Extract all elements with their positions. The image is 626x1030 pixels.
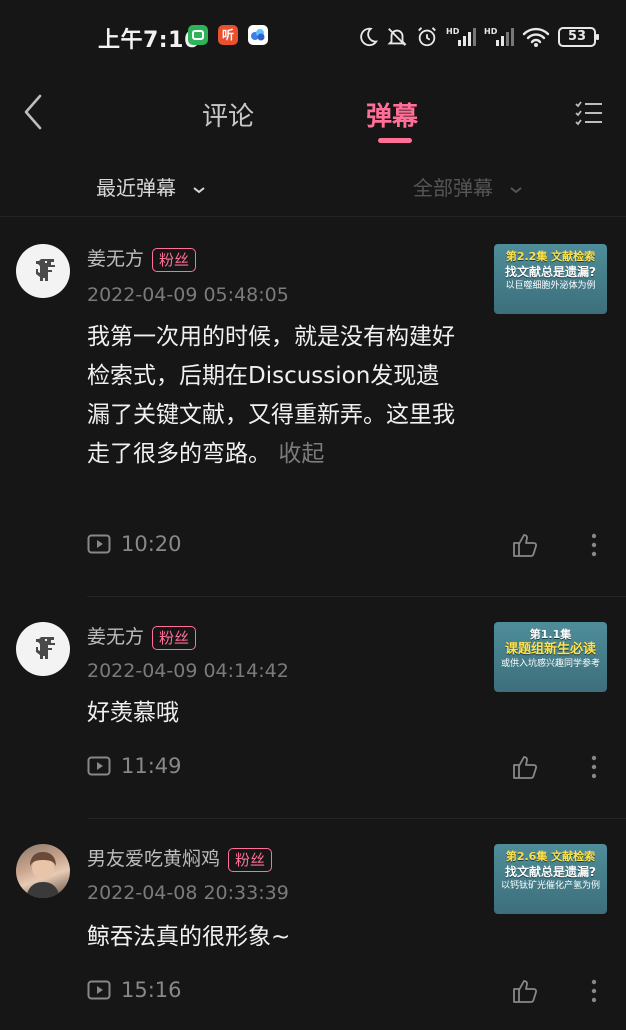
list-settings-icon[interactable]: [574, 100, 604, 126]
status-icons: HD HD 53: [356, 22, 599, 52]
filter-recent-danmaku[interactable]: 最近弹幕: [96, 172, 206, 201]
thumb-line1: 第1.1集: [529, 628, 572, 641]
fan-badge: 粉丝: [152, 247, 197, 272]
avatar[interactable]: [16, 844, 70, 898]
signal-hd-icon-2: HD: [484, 27, 514, 46]
more-vertical-icon[interactable]: [590, 532, 598, 558]
comment-date: 2022-04-09 04:14:42: [87, 660, 289, 682]
video-timecode[interactable]: 11:49: [87, 754, 182, 778]
comment-date: 2022-04-08 20:33:39: [87, 882, 289, 904]
username[interactable]: 男友爱吃黄焖鸡 粉丝: [87, 844, 273, 872]
username-text: 姜无方: [87, 248, 145, 270]
battery-indicator: 53: [558, 27, 599, 47]
filter-recent-label: 最近弹幕: [96, 176, 176, 200]
fan-badge: 粉丝: [152, 625, 197, 650]
alarm-icon: [418, 27, 436, 47]
thumbs-up-icon[interactable]: [512, 532, 538, 558]
wifi-icon: [522, 27, 550, 47]
more-vertical-icon[interactable]: [590, 754, 598, 780]
video-play-icon: [87, 534, 111, 554]
video-play-icon: [87, 980, 111, 1000]
nav-bar: 评论 弹幕: [0, 72, 626, 152]
thumb-line3: 以巨噬细胞外泌体为例: [505, 281, 596, 291]
thumb-line2: 找文献总是遗漏?: [505, 865, 596, 879]
thumb-line2: 课题组新生必读: [504, 642, 596, 657]
username[interactable]: 姜无方 粉丝: [87, 622, 197, 650]
dino-avatar-icon: [36, 259, 55, 281]
tab-comments[interactable]: 评论: [202, 96, 254, 133]
timecode-text: 15:16: [121, 978, 182, 1002]
divider: [87, 818, 626, 819]
video-thumbnail[interactable]: 第2.2集 文献检索 找文献总是遗漏? 以巨噬细胞外泌体为例: [494, 244, 607, 314]
timecode-text: 11:49: [121, 754, 182, 778]
back-arrow-icon[interactable]: [18, 92, 48, 132]
svg-text:HD: HD: [446, 27, 460, 36]
dino-avatar-icon: [36, 637, 55, 659]
username-text: 姜无方: [87, 626, 145, 648]
thumb-line1: 第2.2集 文献检索: [505, 250, 596, 263]
mute-bell-icon: [387, 28, 407, 46]
video-timecode[interactable]: 10:20: [87, 532, 182, 556]
video-timecode[interactable]: 15:16: [87, 978, 182, 1002]
status-bar: 上午7:16 听 HD HD 53: [0, 0, 626, 72]
video-thumbnail[interactable]: 第2.6集 文献检索 找文献总是遗漏? 以钙钛矿光催化产氢为例: [494, 844, 607, 914]
video-play-icon: [87, 756, 111, 776]
tab-danmaku[interactable]: 弹幕: [366, 96, 418, 133]
thumb-line3: 以钙钛矿光催化产氢为例: [500, 881, 600, 891]
thumbs-up-icon[interactable]: [512, 754, 538, 780]
username[interactable]: 姜无方 粉丝: [87, 244, 197, 272]
chevron-down-icon: [510, 186, 522, 193]
video-thumbnail[interactable]: 第1.1集 课题组新生必读 或供入坑感兴趣同学参考: [494, 622, 607, 692]
filter-all-label: 全部弹幕: [413, 176, 493, 200]
thumb-line3: 或供入坑感兴趣同学参考: [500, 659, 600, 669]
fan-badge: 粉丝: [228, 847, 273, 872]
chevron-down-icon: [193, 186, 205, 193]
timecode-text: 10:20: [121, 532, 182, 556]
moon-icon: [360, 27, 378, 47]
thumb-line2: 找文献总是遗漏?: [505, 265, 596, 279]
svg-text:HD: HD: [484, 27, 498, 36]
comment-text: 我第一次用的时候，就是没有构建好检索式，后期在Discussion发现遗漏了关键…: [87, 318, 457, 474]
avatar[interactable]: [16, 244, 70, 298]
comment-text: 鲸吞法真的很形象~: [87, 924, 291, 950]
comment-body: 我第一次用的时候，就是没有构建好检索式，后期在Discussion发现遗漏了关键…: [87, 324, 455, 467]
more-vertical-icon[interactable]: [590, 978, 598, 1004]
thumb-line1: 第2.6集 文献检索: [505, 850, 596, 863]
active-tab-indicator: [378, 138, 412, 143]
cloud-app-icon: [248, 25, 268, 45]
ting-app-icon: 听: [218, 25, 238, 45]
comment-date: 2022-04-09 05:48:05: [87, 284, 289, 306]
user-photo-avatar: [26, 852, 60, 898]
filter-bar: 最近弹幕 全部弹幕: [0, 152, 626, 217]
thumbs-up-icon[interactable]: [512, 978, 538, 1004]
miui-app-icon: [188, 25, 208, 45]
signal-hd-icon: HD: [446, 27, 476, 46]
divider: [87, 596, 626, 597]
filter-all-danmaku[interactable]: 全部弹幕: [413, 172, 523, 201]
comment-text: 好羡慕哦: [87, 700, 179, 726]
status-time: 上午7:16: [98, 28, 200, 53]
username-text: 男友爱吃黄焖鸡: [87, 848, 221, 870]
collapse-link[interactable]: 收起: [278, 441, 324, 467]
avatar[interactable]: [16, 622, 70, 676]
